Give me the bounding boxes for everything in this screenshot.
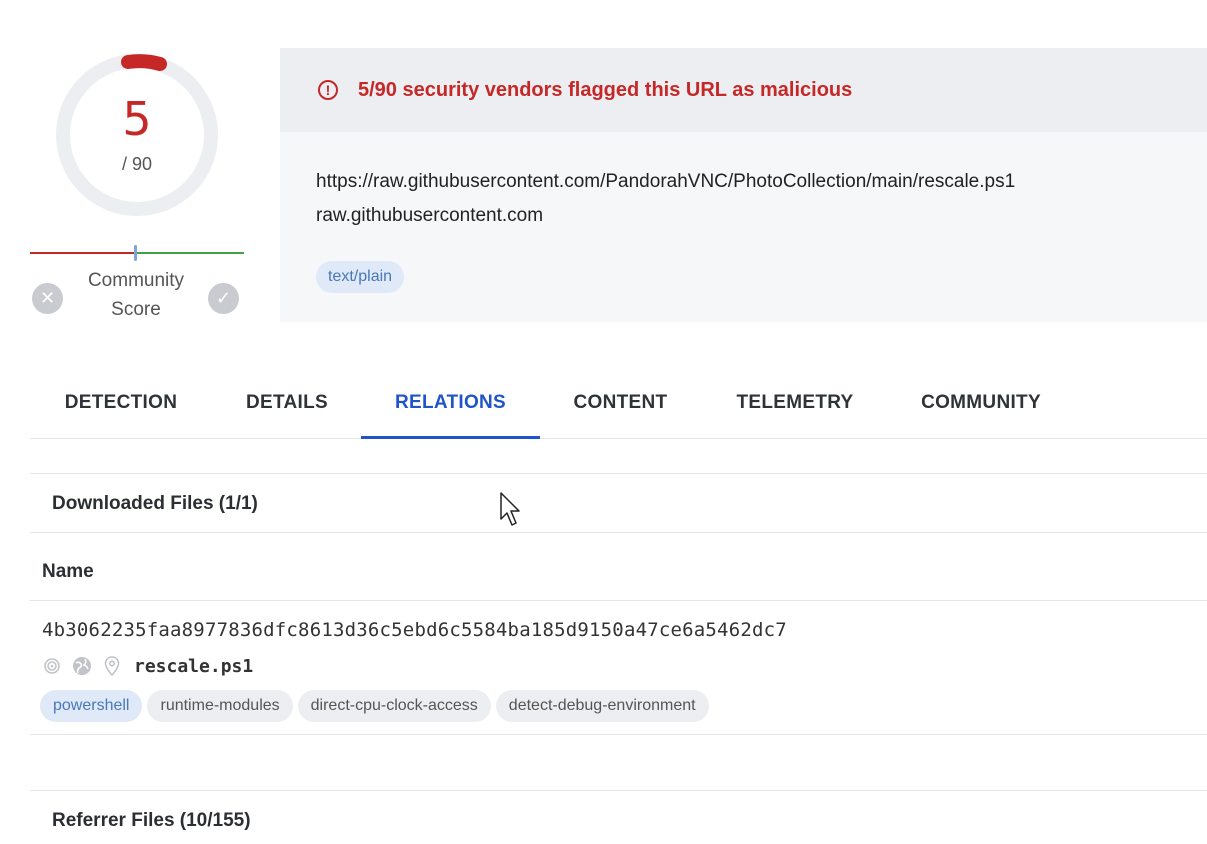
tab-relations[interactable]: RELATIONS xyxy=(361,370,540,439)
tag-powershell[interactable]: powershell xyxy=(40,690,143,722)
tab-bar: DETECTION DETAILS RELATIONS CONTENT TELE… xyxy=(30,370,1207,439)
tab-content[interactable]: CONTENT xyxy=(550,370,691,436)
close-icon: ✕ xyxy=(39,288,56,308)
section-divider xyxy=(30,532,1207,533)
url-full: https://raw.githubusercontent.com/Pandor… xyxy=(316,171,1016,192)
community-score-label-text: Community Score xyxy=(88,270,184,320)
tab-detection[interactable]: DETECTION xyxy=(30,370,212,436)
detection-total: / 90 xyxy=(121,154,153,174)
community-score-widget: 5 / 90 ✕ Community Score ✓ xyxy=(28,40,248,330)
url-info-card: ! 5/90 security vendors flagged this URL… xyxy=(280,48,1207,322)
tag-runtime-modules[interactable]: runtime-modules xyxy=(147,690,293,722)
file-name: rescale.ps1 xyxy=(134,655,254,677)
section-divider xyxy=(30,473,1207,474)
vote-harmless-button[interactable]: ✓ xyxy=(208,283,239,314)
community-score-marker xyxy=(134,245,137,261)
community-score-bar-positive xyxy=(135,252,244,254)
alert-icon: ! xyxy=(318,80,338,100)
downloaded-files-title: Downloaded Files (1/1) xyxy=(52,493,258,514)
tag-detect-debug-environment[interactable]: detect-debug-environment xyxy=(495,690,709,722)
file-tags: powershell runtime-modules direct-cpu-cl… xyxy=(40,690,714,722)
vote-malicious-button[interactable]: ✕ xyxy=(32,283,63,314)
column-header-name: Name xyxy=(42,561,94,582)
community-score-bar xyxy=(30,245,244,261)
file-hash-link[interactable]: 4b3062235faa8977836dfc8613d36c5ebd6c5584… xyxy=(42,619,787,641)
url-domain[interactable]: raw.githubusercontent.com xyxy=(316,205,543,227)
alert-text: 5/90 security vendors flagged this URL a… xyxy=(358,78,853,101)
file-meta-row: rescale.ps1 xyxy=(42,654,253,678)
referrer-files-title: Referrer Files (10/155) xyxy=(52,810,251,831)
tag-direct-cpu-clock-access[interactable]: direct-cpu-clock-access xyxy=(297,690,491,722)
check-icon: ✓ xyxy=(215,288,232,308)
community-score-bar-negative xyxy=(30,252,135,254)
section-divider xyxy=(30,790,1207,791)
alert-banner: ! 5/90 security vendors flagged this URL… xyxy=(280,48,1207,132)
community-score-label-line: Community xyxy=(87,270,185,291)
table-divider xyxy=(30,734,1207,735)
community-score-label: Community Score xyxy=(68,266,204,324)
mouse-pointer-icon xyxy=(500,492,520,526)
fingerprint-icon xyxy=(42,656,62,676)
tab-details[interactable]: DETAILS xyxy=(222,370,352,436)
table-divider xyxy=(30,600,1207,601)
detection-count: 5 xyxy=(122,92,152,146)
location-pin-icon xyxy=(102,656,122,676)
community-score-label-line: Score xyxy=(111,299,161,320)
globe-icon xyxy=(72,656,92,676)
tab-community[interactable]: COMMUNITY xyxy=(902,370,1060,436)
content-type-tag[interactable]: text/plain xyxy=(316,261,405,293)
tab-telemetry[interactable]: TELEMETRY xyxy=(720,370,870,436)
